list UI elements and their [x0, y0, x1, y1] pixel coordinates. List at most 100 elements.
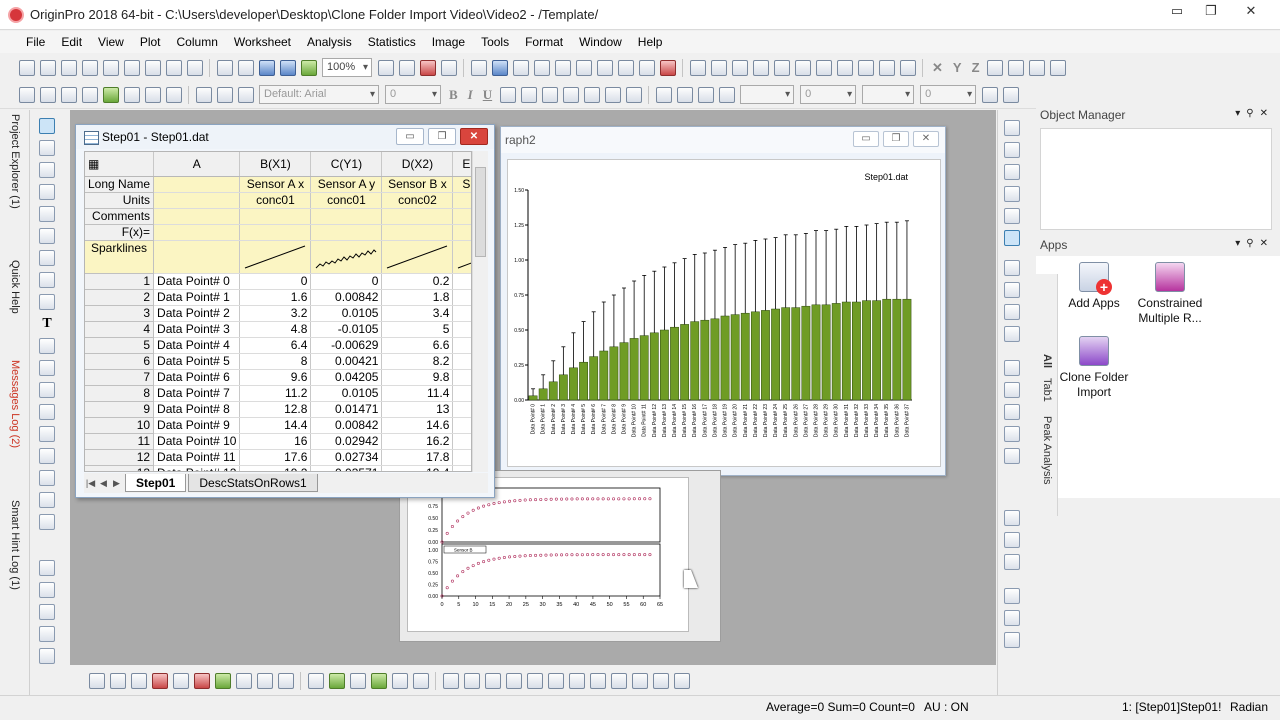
table-cell[interactable]: 5	[381, 321, 454, 338]
table-cell[interactable]	[452, 305, 471, 322]
row-header[interactable]: 2	[85, 289, 155, 306]
align-center-icon[interactable]	[1004, 164, 1020, 180]
tab-quick-help[interactable]: Quick Help	[9, 260, 21, 314]
table-cell[interactable]: 1.6	[239, 289, 312, 306]
column-header-d[interactable]: D(X2)	[381, 152, 454, 177]
screen-reader-icon[interactable]	[39, 184, 55, 200]
open-template-icon[interactable]	[237, 59, 254, 76]
table-cell[interactable]: 17.6	[239, 449, 312, 466]
column-chart-icon[interactable]	[773, 59, 790, 76]
table-icon[interactable]	[596, 59, 613, 76]
table-cell[interactable]: 16.2	[381, 433, 454, 450]
maximize-button[interactable]: ❐	[1194, 0, 1228, 22]
table-cell[interactable]: -0.00629	[310, 337, 383, 354]
sparkline-cell[interactable]	[452, 240, 471, 274]
code-builder-icon[interactable]	[470, 59, 487, 76]
contour-plot-icon[interactable]	[370, 673, 387, 689]
line-style-select[interactable]	[740, 85, 795, 104]
new-matrix-icon[interactable]	[102, 59, 119, 76]
table-cell[interactable]: 0.0105	[310, 305, 383, 322]
results-log-icon[interactable]	[440, 59, 457, 76]
insert-table-icon[interactable]	[39, 470, 55, 486]
menu-worksheet[interactable]: Worksheet	[226, 35, 299, 49]
color-scale-icon[interactable]	[39, 648, 55, 664]
import-multiple-icon[interactable]	[60, 86, 77, 103]
graph-minimize-button[interactable]: ▭	[853, 131, 879, 147]
table-cell[interactable]: Data Point# 12	[153, 465, 241, 471]
superscript-icon[interactable]	[499, 86, 516, 103]
graph2-page[interactable]: Sensor A0.000.250.500.751.00Sensor B0.00…	[407, 477, 689, 632]
units-cell[interactable]	[452, 192, 471, 209]
worksheet-data-rows[interactable]: 1 Data Point# 0 0 0 0.2 2 Data Point# 1 1.6 0.00…	[85, 273, 471, 471]
apps-pane-controls[interactable]: ▾⚲✕	[1235, 238, 1274, 249]
menu-file[interactable]: File	[18, 35, 53, 49]
font-color-icon[interactable]	[625, 86, 642, 103]
fx-cell[interactable]	[381, 224, 454, 241]
new-workbook-icon[interactable]	[39, 59, 56, 76]
3d-bar-icon[interactable]	[328, 673, 345, 689]
graph-window[interactable]: raph2 ▭ ❐ ✕ Step01.dat 0.00 0.25 0.50 0.75 1.…	[500, 126, 946, 476]
align-left-icon[interactable]	[1004, 142, 1020, 158]
zoom-graph-icon[interactable]	[673, 673, 690, 689]
zoom-in-icon[interactable]	[554, 59, 571, 76]
column-header-e[interactable]: E	[452, 152, 471, 177]
text-tool-icon[interactable]: T	[39, 316, 55, 332]
ternary-plot-icon[interactable]	[412, 673, 429, 689]
increase-font-icon[interactable]	[562, 86, 579, 103]
sheet-tab-descstats[interactable]: DescStatsOnRows1	[188, 474, 318, 492]
menu-plot[interactable]: Plot	[132, 35, 169, 49]
border-style-select[interactable]	[862, 85, 915, 104]
save-project-icon[interactable]	[258, 59, 275, 76]
table-cell[interactable]: -0.0105	[310, 321, 383, 338]
apps-tab-all[interactable]: All	[1041, 354, 1053, 368]
worksheet-table[interactable]: ▦ A B(X1) C(Y1) D(X2) E Long Name Sensor…	[85, 152, 471, 471]
line-color-icon[interactable]	[697, 86, 714, 103]
table-row[interactable]: 10 Data Point# 9 14.4 0.00842 14.6	[85, 417, 471, 434]
long-name-cell[interactable]	[153, 176, 241, 193]
table-cell[interactable]: 11.2	[239, 385, 312, 402]
copy-icon[interactable]	[216, 86, 233, 103]
table-cell[interactable]	[452, 273, 471, 290]
table-cell[interactable]	[452, 465, 471, 471]
layer-mgmt-icon[interactable]	[526, 673, 543, 689]
statistics-plot-icon[interactable]	[193, 673, 210, 689]
row-header[interactable]: 9	[85, 401, 155, 418]
y-column-icon[interactable]: Y	[953, 60, 962, 75]
table-cell[interactable]: Data Point# 0	[153, 273, 241, 290]
insert-graph-icon[interactable]	[39, 448, 55, 464]
save-template-icon[interactable]	[279, 59, 296, 76]
area-plot-icon[interactable]	[214, 673, 231, 689]
project-explorer-icon[interactable]	[419, 59, 436, 76]
table-cell[interactable]: 0.00842	[310, 417, 383, 434]
long-name-label[interactable]: Long Name	[85, 176, 155, 193]
fx-cell[interactable]	[153, 224, 241, 241]
table-cell[interactable]: Data Point# 10	[153, 433, 241, 450]
zoom-out-tool-icon[interactable]	[39, 162, 55, 178]
fill-color-icon[interactable]	[655, 86, 672, 103]
row-header[interactable]: 3	[85, 305, 155, 322]
3d-surface-icon[interactable]	[307, 673, 324, 689]
3d-scatter-icon[interactable]	[349, 673, 366, 689]
group-icon[interactable]	[1004, 448, 1020, 464]
table-cell[interactable]	[452, 369, 471, 386]
table-cell[interactable]: 0.01471	[310, 401, 383, 418]
table-cell[interactable]: 0.00842	[310, 289, 383, 306]
table-cell[interactable]: 0.04205	[310, 369, 383, 386]
sparkline-cell[interactable]	[153, 240, 241, 274]
new-layout-icon[interactable]	[165, 59, 182, 76]
backward-icon[interactable]	[1004, 426, 1020, 442]
axis-break-icon[interactable]	[568, 673, 585, 689]
align-icon[interactable]	[604, 86, 621, 103]
table-row[interactable]: 13Data Point# 1219.20.0357119.4	[85, 465, 471, 471]
table-row[interactable]: 9 Data Point# 8 12.8 0.01471 13	[85, 401, 471, 418]
table-cell[interactable]: 0.03571	[310, 465, 383, 471]
fx-cell[interactable]	[239, 224, 312, 241]
pan-tool-icon[interactable]	[39, 426, 55, 442]
table-cell[interactable]: 19.2	[239, 465, 312, 471]
table-cell[interactable]: 14.6	[381, 417, 454, 434]
app-add-apps[interactable]: + Add Apps	[1054, 262, 1134, 311]
row-header[interactable]: 10	[85, 417, 155, 434]
app-constrained-multiple-regression[interactable]: Constrained Multiple R...	[1130, 262, 1210, 326]
object-edit-icon[interactable]	[1004, 120, 1020, 136]
add-layer-icon[interactable]	[484, 673, 501, 689]
